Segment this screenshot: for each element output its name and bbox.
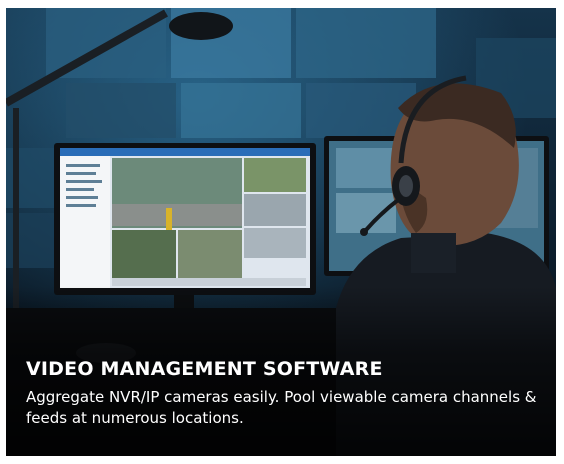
card-title: VIDEO MANAGEMENT SOFTWARE [26,358,383,380]
card-description: Aggregate NVR/IP cameras easily. Pool vi… [26,388,537,427]
feature-card[interactable]: VIDEO MANAGEMENT SOFTWARE Aggregate NVR/… [6,8,556,456]
